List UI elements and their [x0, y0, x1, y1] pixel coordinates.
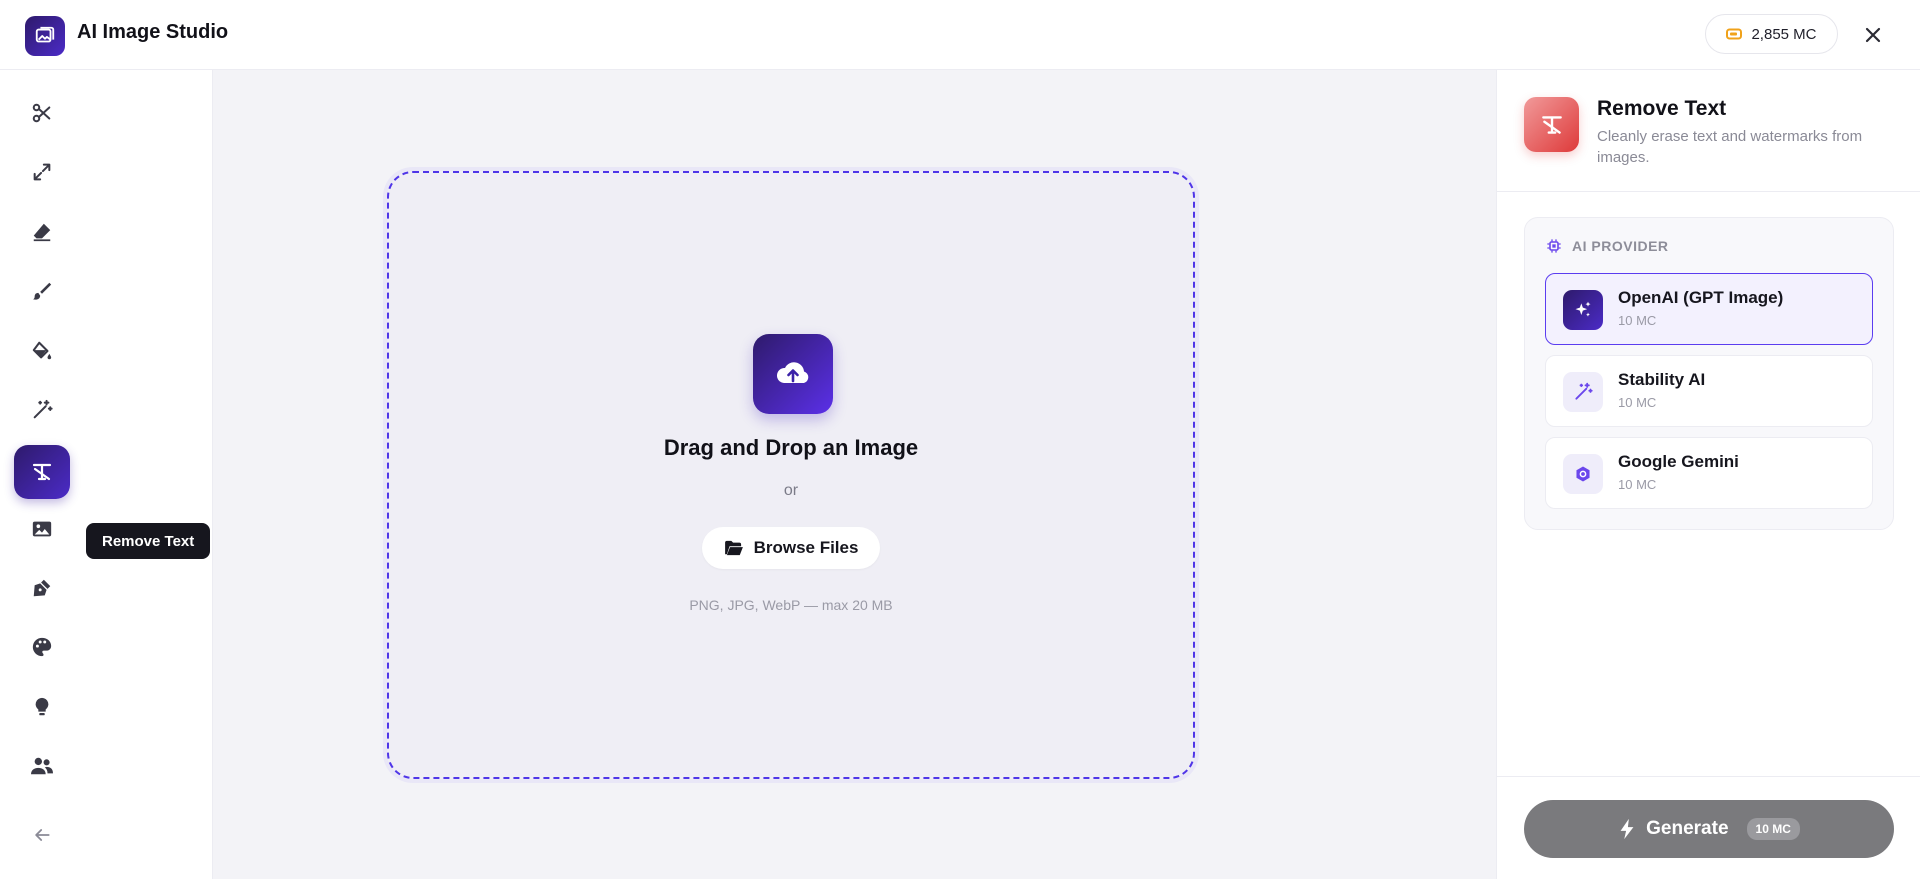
provider-option-stability[interactable]: Stability AI 10 MC — [1545, 355, 1873, 427]
dropzone-or: or — [783, 482, 799, 499]
provider-icon — [1563, 372, 1603, 412]
tool-brush[interactable] — [18, 267, 66, 315]
credits-balance[interactable]: 2,855 MC — [1705, 14, 1838, 54]
browse-files-button[interactable]: Browse Files — [702, 527, 880, 569]
palette-icon — [32, 637, 52, 657]
provider-cost: 10 MC — [1618, 477, 1657, 492]
tool-cutout[interactable] — [18, 89, 66, 137]
scissors-icon — [32, 103, 51, 123]
provider-icon — [1563, 454, 1603, 494]
pen-icon — [33, 579, 51, 597]
remove-text-icon — [1541, 115, 1562, 134]
app-title: AI Image Studio — [77, 21, 229, 43]
provider-cost: 10 MC — [1618, 313, 1657, 328]
provider-option-gemini[interactable]: Google Gemini 10 MC — [1545, 437, 1873, 509]
generate-cost-badge: 10 MC — [1746, 818, 1800, 840]
dropzone-title: Drag and Drop an Image — [663, 435, 919, 460]
browse-files-label: Browse Files — [753, 538, 859, 557]
tool-description: Cleanly erase text and watermarks from i… — [1597, 128, 1863, 166]
sparkles-icon — [1575, 301, 1591, 317]
close-button[interactable] — [1858, 20, 1888, 50]
fill-icon — [32, 341, 52, 360]
app-header: AI Image Studio 2,855 MC — [0, 0, 1920, 70]
provider-icon — [1563, 290, 1603, 330]
provider-heading: AI PROVIDER — [1546, 238, 1669, 254]
image-icon — [35, 26, 55, 43]
app-logo — [25, 16, 65, 56]
close-icon — [1865, 27, 1881, 43]
tool-upscale[interactable] — [18, 148, 66, 196]
dropzone-formats: PNG, JPG, WebP — max 20 MB — [689, 597, 893, 613]
tool-people[interactable] — [18, 742, 66, 790]
brush-icon — [32, 282, 52, 300]
provider-name: Stability AI — [1618, 370, 1706, 389]
arrow-left-icon — [35, 829, 50, 841]
cloud-upload-icon — [776, 362, 809, 383]
tool-title: Remove Text — [1597, 97, 1727, 120]
upload-badge — [753, 334, 833, 414]
eraser-icon — [33, 223, 51, 242]
provider-option-openai[interactable]: OpenAI (GPT Image) 10 MC — [1545, 273, 1873, 345]
coin-icon — [1726, 28, 1743, 40]
tool-fill[interactable] — [18, 327, 66, 375]
provider-name: OpenAI (GPT Image) — [1618, 288, 1784, 307]
users-icon — [31, 757, 53, 775]
provider-name: Google Gemini — [1618, 452, 1739, 471]
image-icon — [32, 521, 52, 537]
folder-open-icon — [724, 540, 743, 556]
credits-value: 2,855 MC — [1751, 25, 1817, 43]
tool-vector[interactable] — [18, 564, 66, 612]
tool-ideas[interactable] — [18, 683, 66, 731]
provider-heading-label: AI PROVIDER — [1572, 238, 1669, 254]
tool-palette[interactable] — [18, 623, 66, 671]
expand-icon — [33, 163, 51, 181]
remove-text-icon — [32, 463, 52, 481]
provider-section: AI PROVIDER OpenAI (GPT Image) 10 MC Sta… — [1524, 217, 1894, 530]
canvas-area: Drag and Drop an Image or Browse Files P… — [213, 70, 1496, 879]
tooltip-remove-text: Remove Text — [86, 523, 211, 559]
tool-erase[interactable] — [18, 208, 66, 256]
chip-icon — [1547, 239, 1561, 253]
tool-image[interactable] — [18, 505, 66, 553]
generate-button[interactable]: Generate 10 MC — [1524, 800, 1894, 858]
gemini-icon — [1576, 466, 1590, 482]
tool-remove-text[interactable] — [14, 445, 70, 499]
panel-footer: Generate 10 MC — [1497, 776, 1920, 879]
tool-icon — [1524, 97, 1579, 152]
collapse-sidebar-button[interactable] — [18, 811, 66, 859]
magic-wand-icon — [1575, 382, 1593, 400]
image-dropzone[interactable]: Drag and Drop an Image or Browse Files P… — [387, 171, 1195, 779]
provider-cost: 10 MC — [1618, 395, 1657, 410]
magic-wand-icon — [33, 399, 53, 419]
lightbulb-icon — [35, 697, 49, 716]
tool-sidebar: Remove Text — [0, 70, 213, 879]
tool-header: Remove Text Cleanly erase text and water… — [1497, 70, 1920, 192]
generate-label: Generate — [1646, 818, 1729, 839]
lightning-icon — [1620, 818, 1634, 840]
tool-magic[interactable] — [18, 386, 66, 434]
settings-panel: Remove Text Cleanly erase text and water… — [1496, 70, 1920, 879]
